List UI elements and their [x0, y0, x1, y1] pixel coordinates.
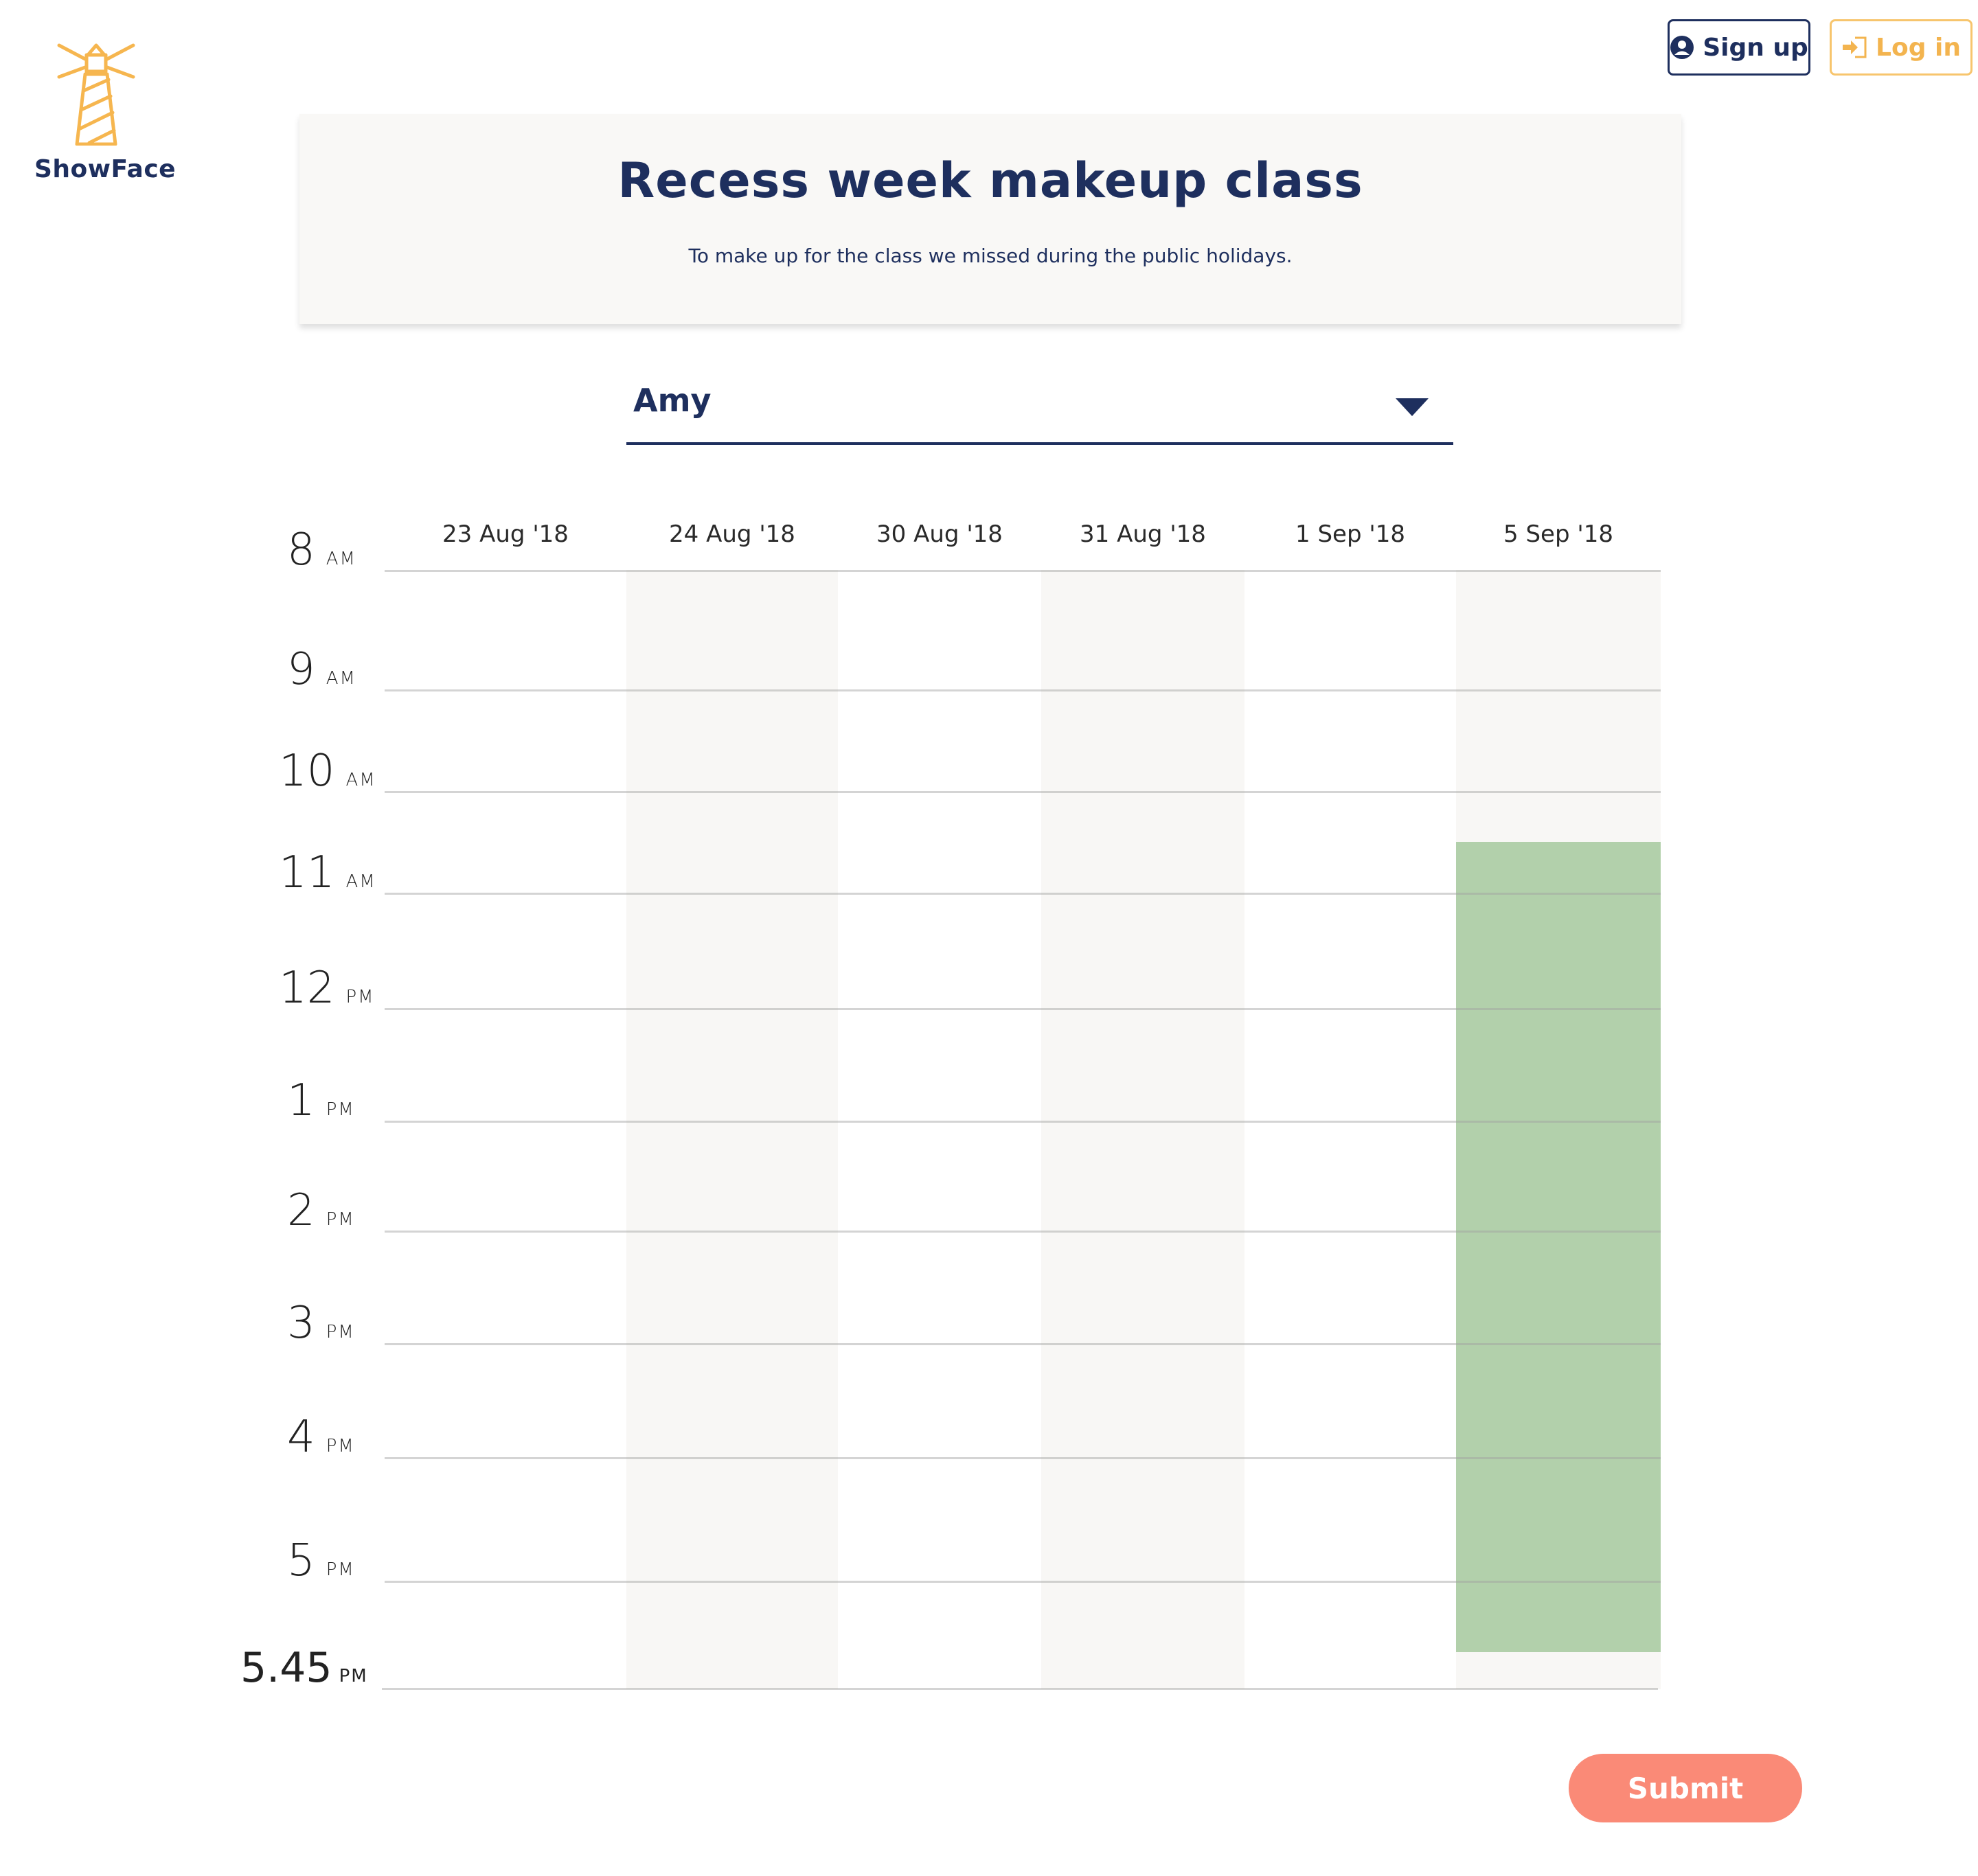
brand-name: ShowFace [34, 155, 177, 183]
hour-number: 5 [287, 1535, 315, 1586]
user-select-value: Amy [633, 382, 712, 419]
user-circle-icon [1670, 36, 1694, 59]
date-header: 30 Aug '18 [876, 521, 1003, 548]
date-header: 24 Aug '18 [669, 521, 795, 548]
event-card: Recess week makeup class To make up for … [299, 114, 1681, 324]
hour-ampm: PM [345, 987, 375, 1007]
hour-number: 10 [279, 746, 335, 797]
hour-number: 3 [287, 1298, 315, 1349]
end-time-number: 5.45 [240, 1644, 332, 1692]
hour-label: 1 PM [287, 1075, 355, 1126]
hour-ampm: PM [326, 1436, 355, 1456]
day-column[interactable] [626, 570, 838, 1689]
hour-ampm: AM [326, 668, 356, 689]
log-in-button[interactable]: Log in [1830, 19, 1973, 76]
hour-number: 1 [287, 1075, 315, 1126]
hour-label: 12 PM [279, 963, 375, 1014]
day-column[interactable] [838, 570, 1041, 1689]
sign-in-icon [1843, 36, 1867, 58]
available-slot[interactable] [1456, 842, 1661, 1652]
hour-number: 9 [287, 644, 315, 695]
date-header: 31 Aug '18 [1080, 521, 1206, 548]
lighthouse-icon [57, 43, 135, 146]
hour-label: 5 PM [287, 1535, 355, 1586]
end-time-label: 5.45 PM [240, 1644, 368, 1692]
hour-ampm: PM [326, 1322, 355, 1342]
hour-label: 8 AM [287, 525, 356, 575]
hour-number: 2 [287, 1185, 315, 1236]
day-column[interactable] [1244, 570, 1456, 1689]
date-header: 1 Sep '18 [1295, 521, 1405, 548]
hour-label: 3 PM [287, 1298, 355, 1349]
submit-button[interactable]: Submit [1569, 1754, 1802, 1822]
hour-number: 8 [287, 525, 315, 575]
hour-ampm: PM [326, 1559, 355, 1580]
hour-label: 10 AM [279, 746, 376, 797]
log-in-label: Log in [1876, 33, 1961, 62]
day-column[interactable] [1041, 570, 1244, 1689]
hour-label: 4 PM [287, 1412, 355, 1463]
hour-ampm: PM [326, 1209, 355, 1230]
event-title: Recess week makeup class [617, 152, 1363, 209]
brand-logo[interactable]: ShowFace [34, 36, 177, 183]
hour-label: 2 PM [287, 1185, 355, 1236]
hour-label: 11 AM [279, 847, 376, 898]
page: ShowFace Sign up Log in Recess week make… [0, 0, 1978, 1876]
hour-label: 9 AM [287, 644, 356, 695]
caret-down-icon [1396, 398, 1429, 416]
hour-ampm: AM [326, 549, 356, 569]
hour-ampm: AM [345, 770, 376, 790]
date-header: 23 Aug '18 [442, 521, 569, 548]
hour-number: 4 [287, 1412, 315, 1463]
sign-up-label: Sign up [1703, 33, 1808, 62]
day-column[interactable] [385, 570, 626, 1689]
hour-ampm: PM [326, 1099, 355, 1120]
hour-number: 12 [279, 963, 335, 1014]
user-select[interactable]: Amy [626, 374, 1453, 445]
hour-number: 11 [279, 847, 335, 898]
end-time-ampm: PM [339, 1666, 368, 1686]
event-description: To make up for the class we missed durin… [688, 244, 1293, 267]
hour-ampm: AM [345, 871, 376, 892]
sign-up-button[interactable]: Sign up [1668, 19, 1810, 76]
date-header: 5 Sep '18 [1503, 521, 1613, 548]
